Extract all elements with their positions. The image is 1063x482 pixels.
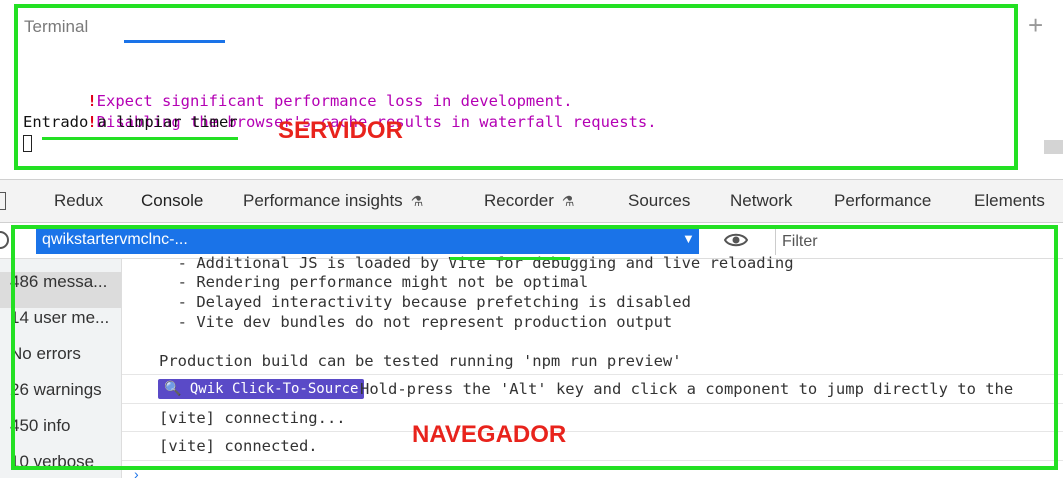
flask-icon: ⚗ — [561, 193, 575, 209]
devtools-tab-bar: Redux Console Performance insights ⚗ Reco… — [0, 179, 1063, 223]
terminal-scrollbar[interactable] — [1044, 140, 1063, 154]
tab-sources[interactable]: Sources — [628, 191, 690, 211]
tab-performance-insights[interactable]: Performance insights ⚗ — [243, 191, 423, 211]
highlight-underline — [42, 137, 238, 140]
tab-label: Performance — [834, 191, 932, 210]
tab-network[interactable]: Network — [730, 191, 792, 211]
tab-label: Sources — [628, 191, 691, 210]
tab-label: Redux — [54, 191, 104, 210]
flask-icon: ⚗ — [410, 193, 424, 209]
tab-console[interactable]: Console — [141, 191, 203, 211]
tab-label: Console — [141, 191, 204, 210]
tab-label: Recorder — [484, 191, 554, 210]
tab-redux[interactable]: Redux — [54, 191, 103, 211]
drawer-icon[interactable] — [0, 192, 6, 210]
clear-console-icon[interactable] — [0, 231, 9, 249]
tab-label: Elements — [974, 191, 1045, 210]
servidor-label: SERVIDOR — [278, 117, 403, 144]
tab-label: Performance insights — [243, 191, 403, 210]
highlight-underline — [450, 257, 570, 260]
tab-performance[interactable]: Performance — [834, 191, 931, 211]
tab-elements[interactable]: Elements — [974, 191, 1045, 211]
tab-label: Network — [730, 191, 793, 210]
servidor-highlight-box — [14, 4, 1018, 170]
add-terminal-icon[interactable]: + — [1028, 12, 1043, 38]
tab-recorder[interactable]: Recorder ⚗ — [484, 191, 574, 211]
navegador-label: NAVEGADOR — [412, 421, 567, 448]
